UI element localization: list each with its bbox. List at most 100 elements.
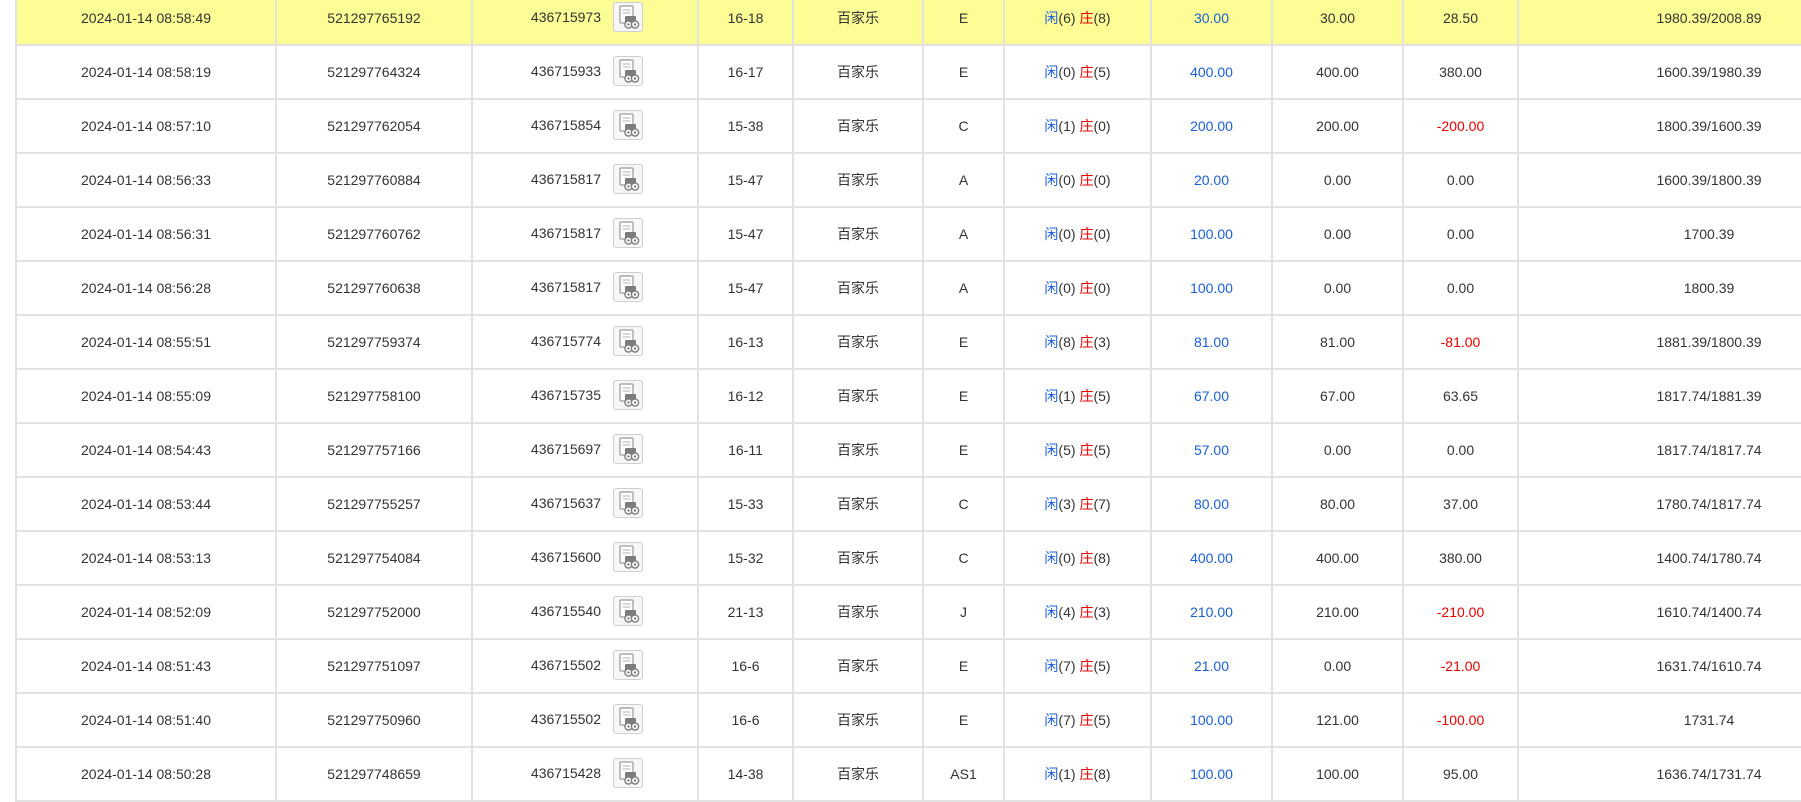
video-detail-icon[interactable] [613, 56, 643, 86]
valid-bet-cell: 0.00 [1271, 638, 1404, 694]
game-type-cell: 百家乐 [792, 746, 924, 802]
game-type-cell: 百家乐 [792, 584, 924, 640]
video-detail-icon[interactable] [613, 218, 643, 248]
win-amount-cell: 0.00 [1402, 152, 1519, 208]
table-row: 2024-01-14 08:56:31 521297760762 4367158… [15, 206, 1801, 262]
banker-points: (3) [1093, 604, 1111, 620]
banker-label: 庄 [1079, 172, 1094, 188]
player-points: (1) [1058, 766, 1076, 782]
video-detail-icon[interactable] [613, 650, 643, 680]
bet-amount: 81.00 [1193, 334, 1230, 350]
valid-bet: 30.00 [1319, 10, 1356, 26]
table-row: 2024-01-14 08:51:43 521297751097 4367155… [15, 638, 1801, 694]
game-id-cell: 436715973 [471, 0, 699, 46]
result-cell: 闲(0) 庄(8) [1003, 530, 1152, 586]
balance-cell: 1600.39/1800.39 [1517, 152, 1801, 208]
video-detail-icon[interactable] [613, 596, 643, 626]
balance-change: 1700.39 [1683, 226, 1735, 242]
round-number: 15-47 [727, 226, 764, 242]
bet-amount: 100.00 [1190, 280, 1233, 296]
video-detail-icon[interactable] [613, 380, 643, 410]
table-row: 2024-01-14 08:56:28 521297760638 4367158… [15, 260, 1801, 316]
video-detail-icon[interactable] [613, 758, 643, 788]
video-detail-icon[interactable] [613, 542, 643, 572]
win-amount: 0.00 [1446, 442, 1475, 458]
round-cell: 14-38 [697, 746, 794, 802]
valid-bet: 0.00 [1323, 442, 1352, 458]
player-points: (4) [1058, 604, 1076, 620]
video-detail-icon[interactable] [613, 272, 643, 302]
balance-change: 1400.74/1780.74 [1656, 550, 1762, 566]
video-detail-icon[interactable] [613, 488, 643, 518]
video-detail-icon[interactable] [613, 704, 643, 734]
banker-points: (8) [1093, 550, 1111, 566]
banker-label: 庄 [1079, 280, 1094, 296]
table-row: 2024-01-14 08:53:13 521297754084 4367156… [15, 530, 1801, 586]
bet-amount-cell: 21.00 [1150, 638, 1273, 694]
valid-bet-cell: 81.00 [1271, 314, 1404, 370]
game-id-cell: 436715637 [471, 476, 699, 532]
player-points: (1) [1058, 388, 1076, 404]
game-round-id: 436715817 [530, 225, 601, 241]
game-round-id: 436715933 [530, 63, 601, 79]
round-number: 15-47 [727, 280, 764, 296]
order-number-cell: 521297760884 [275, 152, 473, 208]
bet-amount-cell: 20.00 [1150, 152, 1273, 208]
win-amount: 0.00 [1446, 226, 1475, 242]
table-code-cell: C [922, 476, 1005, 532]
player-label: 闲 [1044, 118, 1059, 134]
order-number-cell: 521297765192 [275, 0, 473, 46]
banker-points: (3) [1093, 334, 1111, 350]
valid-bet: 0.00 [1323, 226, 1352, 242]
valid-bet-cell: 400.00 [1271, 44, 1404, 100]
bet-amount-cell: 57.00 [1150, 422, 1273, 478]
video-detail-icon[interactable] [613, 164, 643, 194]
balance-change: 1610.74/1400.74 [1656, 604, 1762, 620]
player-points: (3) [1058, 496, 1076, 512]
round-number: 16-6 [731, 712, 760, 728]
game-id-cell: 436715735 [471, 368, 699, 424]
table-code-cell: A [922, 206, 1005, 262]
video-detail-icon[interactable] [613, 110, 643, 140]
banker-points: (5) [1093, 388, 1111, 404]
bet-amount: 30.00 [1193, 10, 1230, 26]
round-cell: 15-33 [697, 476, 794, 532]
game-round-id: 436715817 [530, 279, 601, 295]
game-round-id: 436715735 [530, 387, 601, 403]
valid-bet: 0.00 [1323, 658, 1352, 674]
order-number: 521297751097 [327, 658, 421, 674]
table-row: 2024-01-14 08:55:09 521297758100 4367157… [15, 368, 1801, 424]
table-row: 2024-01-14 08:56:33 521297760884 4367158… [15, 152, 1801, 208]
player-points: (0) [1058, 64, 1076, 80]
order-number: 521297757166 [327, 442, 421, 458]
banker-label: 庄 [1079, 658, 1094, 674]
order-number: 521297762054 [327, 118, 421, 134]
order-number: 521297760638 [327, 280, 421, 296]
table-code-cell: E [922, 422, 1005, 478]
player-points: (7) [1058, 658, 1076, 674]
video-detail-icon[interactable] [613, 2, 643, 32]
game-type: 百家乐 [837, 10, 879, 26]
round-cell: 15-47 [697, 206, 794, 262]
bet-time-cell: 2024-01-14 08:51:43 [15, 638, 277, 694]
video-detail-icon[interactable] [613, 434, 643, 464]
balance-change: 1881.39/1800.39 [1656, 334, 1762, 350]
table-code: E [958, 64, 969, 80]
round-number: 15-47 [727, 172, 764, 188]
game-type: 百家乐 [837, 442, 879, 458]
game-id-cell: 436715817 [471, 152, 699, 208]
banker-label: 庄 [1079, 334, 1094, 350]
table-code: C [958, 496, 969, 512]
player-label: 闲 [1044, 442, 1059, 458]
video-detail-icon[interactable] [613, 326, 643, 356]
win-amount: -100.00 [1436, 712, 1485, 728]
bet-time: 2024-01-14 08:58:19 [81, 64, 211, 80]
order-number-cell: 521297760762 [275, 206, 473, 262]
result-cell: 闲(0) 庄(0) [1003, 206, 1152, 262]
bet-amount-cell: 100.00 [1150, 206, 1273, 262]
game-type: 百家乐 [837, 280, 879, 296]
valid-bet: 121.00 [1316, 712, 1359, 728]
game-round-id: 436715502 [530, 711, 601, 727]
game-type-cell: 百家乐 [792, 314, 924, 370]
valid-bet-cell: 67.00 [1271, 368, 1404, 424]
